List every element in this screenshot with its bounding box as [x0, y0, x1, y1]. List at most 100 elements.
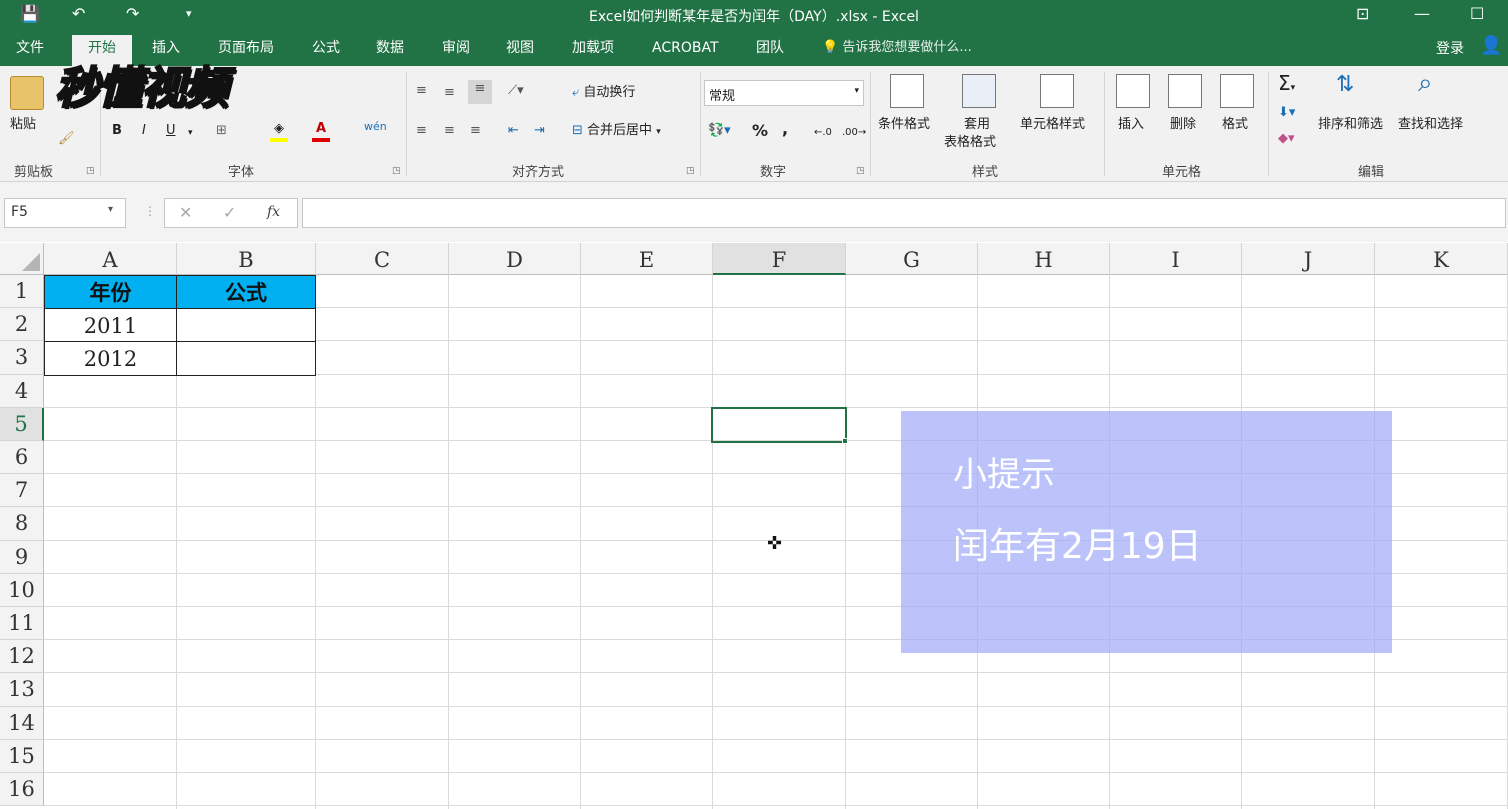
align-bottom-icon[interactable]: ≡	[468, 80, 492, 104]
cell-b1[interactable]: 公式	[176, 275, 316, 309]
row-header-2[interactable]: 2	[0, 308, 44, 342]
tab-acrobat[interactable]: ACROBAT	[652, 38, 719, 58]
minimize-icon[interactable]: —	[1414, 4, 1430, 24]
insert-function-icon[interactable]: fx	[267, 204, 280, 220]
delete-cells-icon[interactable]	[1168, 74, 1202, 108]
phonetic-icon[interactable]: wén	[364, 118, 387, 136]
delete-cells-button[interactable]: 删除	[1170, 116, 1196, 134]
tab-team[interactable]: 团队	[756, 38, 784, 58]
row-header-9[interactable]: 9	[0, 540, 44, 574]
column-header-f[interactable]: F	[713, 243, 846, 275]
autosum-icon[interactable]: Σ▾	[1278, 73, 1295, 97]
currency-icon[interactable]: 💱▾	[708, 122, 731, 140]
row-header-14[interactable]: 14	[0, 706, 44, 740]
row-header-7[interactable]: 7	[0, 474, 44, 508]
column-header-k[interactable]: K	[1375, 243, 1508, 275]
find-select-button[interactable]: 查找和选择	[1398, 116, 1463, 134]
number-launcher-icon[interactable]: ◳	[856, 166, 865, 176]
decrease-decimal-icon[interactable]: .00→	[842, 124, 866, 142]
align-middle-icon[interactable]: ≡	[444, 84, 455, 102]
formula-input[interactable]	[302, 198, 1506, 228]
increase-decimal-icon[interactable]: ←.0	[814, 124, 832, 142]
find-select-icon[interactable]: ⌕	[1418, 70, 1433, 96]
column-header-c[interactable]: C	[316, 243, 449, 275]
conditional-format-icon[interactable]	[890, 74, 924, 108]
alignment-launcher-icon[interactable]: ◳	[686, 166, 695, 176]
bold-button[interactable]: B	[112, 122, 122, 140]
fill-color-icon[interactable]: ◈	[270, 120, 288, 142]
format-cells-icon[interactable]	[1220, 74, 1254, 108]
orientation-icon[interactable]: ⟋▾	[508, 82, 524, 100]
ribbon-display-icon[interactable]: ⊡	[1356, 4, 1369, 24]
font-launcher-icon[interactable]: ◳	[392, 166, 401, 176]
format-as-table-label-1[interactable]: 套用	[964, 116, 990, 134]
tab-addins[interactable]: 加载项	[572, 38, 614, 58]
cancel-icon[interactable]: ✕	[179, 203, 192, 222]
increase-indent-icon[interactable]: ⇥	[534, 122, 545, 140]
paste-button[interactable]: 粘贴	[10, 116, 36, 134]
row-header-12[interactable]: 12	[0, 640, 44, 674]
font-color-icon[interactable]: A	[312, 120, 330, 142]
tell-me-box[interactable]: 💡 告诉我您想要做什么...	[822, 38, 972, 58]
row-header-13[interactable]: 13	[0, 673, 44, 707]
insert-cells-icon[interactable]	[1116, 74, 1150, 108]
login-link[interactable]: 登录	[1436, 38, 1464, 58]
row-header-6[interactable]: 6	[0, 441, 44, 475]
row-header-5[interactable]: 5	[0, 407, 44, 441]
user-icon[interactable]: 👤	[1480, 35, 1502, 56]
column-header-d[interactable]: D	[449, 243, 581, 275]
row-header-8[interactable]: 8	[0, 507, 44, 541]
percent-button[interactable]: %	[752, 122, 768, 140]
cell-a1[interactable]: 年份	[44, 275, 177, 309]
conditional-format-button[interactable]: 条件格式	[878, 116, 930, 134]
align-right-icon[interactable]: ≡	[470, 122, 481, 140]
sort-filter-button[interactable]: 排序和筛选	[1318, 116, 1383, 134]
column-header-e[interactable]: E	[581, 243, 713, 275]
fill-icon[interactable]: ⬇▾	[1278, 104, 1295, 122]
cell-b2[interactable]	[176, 308, 316, 342]
row-header-10[interactable]: 10	[0, 573, 44, 607]
format-as-table-icon[interactable]	[962, 74, 996, 108]
row-header-3[interactable]: 3	[0, 341, 44, 375]
row-header-4[interactable]: 4	[0, 374, 44, 408]
underline-dropdown-icon[interactable]: ▾	[188, 124, 193, 142]
cell-styles-icon[interactable]	[1040, 74, 1074, 108]
tab-review[interactable]: 审阅	[442, 38, 470, 58]
italic-button[interactable]: I	[142, 122, 146, 140]
merge-center-button[interactable]: ⊟ 合并后居中 ▾	[572, 122, 661, 141]
column-header-b[interactable]: B	[177, 243, 316, 275]
column-header-g[interactable]: G	[846, 243, 978, 275]
column-header-a[interactable]: A	[44, 243, 177, 275]
cell-b3[interactable]	[176, 341, 316, 376]
name-box-dropdown-icon[interactable]: ▾	[108, 204, 113, 215]
fill-handle[interactable]	[842, 438, 848, 444]
tab-data[interactable]: 数据	[376, 38, 404, 58]
tab-file[interactable]: 文件	[16, 38, 44, 58]
cell-styles-button[interactable]: 单元格样式	[1020, 116, 1085, 134]
wrap-text-button[interactable]: ⤶ 自动换行	[572, 84, 635, 102]
paste-icon[interactable]	[10, 76, 44, 110]
tab-view[interactable]: 视图	[506, 38, 534, 58]
selected-cell-f5[interactable]	[711, 407, 847, 443]
row-header-16[interactable]: 16	[0, 773, 44, 807]
cell-a2[interactable]: 2011	[44, 308, 177, 342]
border-icon[interactable]: ⊞	[216, 122, 227, 140]
align-top-icon[interactable]: ≡	[416, 82, 427, 100]
clipboard-launcher-icon[interactable]: ◳	[86, 166, 95, 176]
number-format-select[interactable]: 常规 ▾	[704, 80, 864, 106]
decrease-indent-icon[interactable]: ⇤	[508, 122, 519, 140]
row-header-15[interactable]: 15	[0, 739, 44, 773]
format-painter-icon[interactable]: 🖌	[58, 130, 75, 148]
format-cells-button[interactable]: 格式	[1222, 116, 1248, 134]
column-header-i[interactable]: I	[1110, 243, 1242, 275]
row-header-11[interactable]: 11	[0, 607, 44, 641]
select-all-corner[interactable]	[0, 243, 44, 275]
align-center-icon[interactable]: ≡	[444, 122, 455, 140]
column-header-h[interactable]: H	[978, 243, 1110, 275]
maximize-icon[interactable]: ☐	[1470, 4, 1484, 24]
format-as-table-label-2[interactable]: 表格格式	[944, 134, 996, 152]
column-header-j[interactable]: J	[1242, 243, 1375, 275]
cell-a3[interactable]: 2012	[44, 341, 177, 376]
clear-icon[interactable]: ◆▾	[1278, 130, 1295, 148]
confirm-icon[interactable]: ✓	[223, 203, 236, 222]
